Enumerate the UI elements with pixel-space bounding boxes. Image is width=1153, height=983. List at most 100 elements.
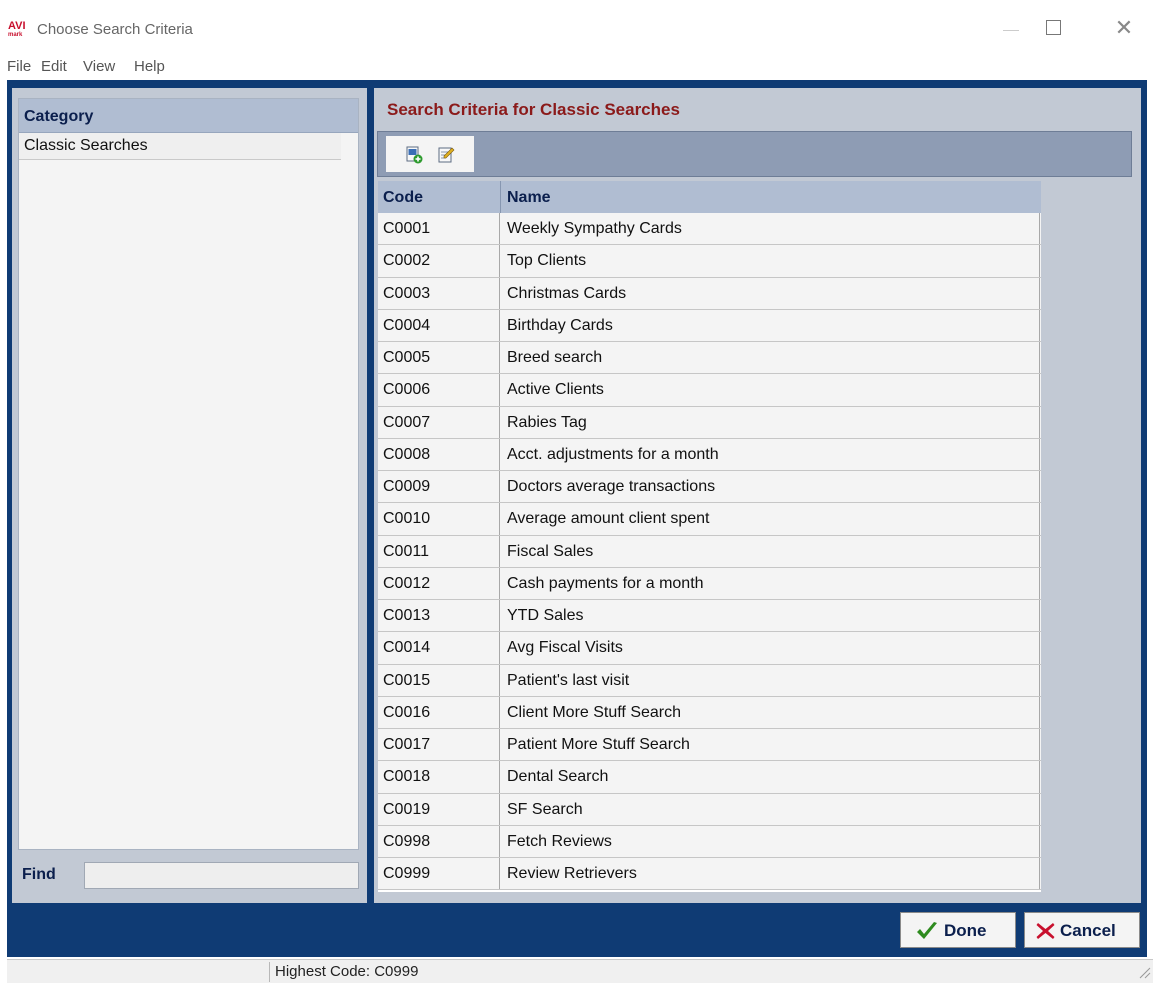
menu-help[interactable]: Help bbox=[134, 58, 165, 75]
cancel-button-label: Cancel bbox=[1060, 921, 1116, 940]
cell-code: C0012 bbox=[378, 567, 500, 599]
new-record-button[interactable] bbox=[405, 146, 423, 164]
table-row[interactable]: C0006 Active Clients bbox=[378, 374, 1041, 407]
menu-edit[interactable]: Edit bbox=[41, 58, 67, 75]
criteria-toolbar bbox=[377, 131, 1132, 177]
maximize-button[interactable] bbox=[1046, 20, 1061, 35]
table-row[interactable]: C0014 Avg Fiscal Visits bbox=[378, 632, 1041, 665]
toolbar-button-group bbox=[386, 136, 475, 172]
cell-name: Rabies Tag bbox=[500, 406, 1040, 438]
cell-code: C0009 bbox=[378, 471, 500, 503]
x-icon bbox=[1036, 923, 1055, 939]
cell-code: C0010 bbox=[378, 503, 500, 535]
cell-name: Doctors average transactions bbox=[500, 471, 1040, 503]
resize-grip-icon[interactable] bbox=[1137, 965, 1151, 979]
status-bar: Highest Code: C0999 bbox=[7, 959, 1153, 983]
cell-name: Fiscal Sales bbox=[500, 535, 1040, 567]
table-row[interactable]: C0005 Breed search bbox=[378, 342, 1041, 375]
new-record-icon bbox=[406, 146, 423, 164]
table-row[interactable]: C0999 Review Retrievers bbox=[378, 858, 1041, 891]
cell-name: Dental Search bbox=[500, 761, 1040, 793]
table-row[interactable]: C0007 Rabies Tag bbox=[378, 406, 1041, 439]
cell-code: C0007 bbox=[378, 406, 500, 438]
criteria-panel-title: Search Criteria for Classic Searches bbox=[387, 100, 680, 119]
cell-name: Avg Fiscal Visits bbox=[500, 632, 1040, 664]
done-button[interactable]: Done bbox=[900, 912, 1016, 948]
table-row[interactable]: C0015 Patient's last visit bbox=[378, 664, 1041, 697]
cell-name: Client More Stuff Search bbox=[500, 696, 1040, 728]
cell-code: C0008 bbox=[378, 438, 500, 470]
close-button[interactable]: ✕ bbox=[1112, 16, 1136, 40]
cell-name: SF Search bbox=[500, 793, 1040, 825]
cell-code: C0015 bbox=[378, 664, 500, 696]
table-row[interactable]: C0017 Patient More Stuff Search bbox=[378, 729, 1041, 762]
table-row[interactable]: C0002 Top Clients bbox=[378, 245, 1041, 278]
menu-file[interactable]: File bbox=[7, 58, 31, 75]
table-row[interactable]: C0003 Christmas Cards bbox=[378, 277, 1041, 310]
table-row[interactable]: C0001 Weekly Sympathy Cards bbox=[378, 213, 1041, 246]
menu-bar: File Edit View Help bbox=[0, 56, 1153, 80]
edit-record-icon bbox=[438, 147, 455, 163]
cell-code: C0013 bbox=[378, 600, 500, 632]
find-input[interactable] bbox=[84, 862, 359, 889]
avimark-logo-icon: AVI mark bbox=[8, 20, 34, 38]
cell-code: C0019 bbox=[378, 793, 500, 825]
title-bar: AVI mark Choose Search Criteria ✕ bbox=[0, 0, 1153, 56]
menu-view[interactable]: View bbox=[83, 58, 115, 75]
cell-name: Top Clients bbox=[500, 245, 1040, 277]
minimize-button[interactable] bbox=[1003, 18, 1019, 38]
cell-name: Weekly Sympathy Cards bbox=[500, 213, 1040, 245]
window-title: Choose Search Criteria bbox=[37, 21, 193, 38]
cell-name: Cash payments for a month bbox=[500, 567, 1040, 599]
cell-code: C0017 bbox=[378, 729, 500, 761]
column-header-name[interactable]: Name bbox=[507, 189, 551, 207]
category-item-classic-searches[interactable]: Classic Searches bbox=[19, 133, 341, 160]
cell-name: Birthday Cards bbox=[500, 309, 1040, 341]
table-row[interactable]: C0008 Acct. adjustments for a month bbox=[378, 438, 1041, 471]
category-column-header[interactable]: Category bbox=[19, 99, 358, 133]
table-row[interactable]: C0019 SF Search bbox=[378, 793, 1041, 826]
table-row[interactable]: C0011 Fiscal Sales bbox=[378, 535, 1041, 568]
cell-name: Average amount client spent bbox=[500, 503, 1040, 535]
cell-name: Active Clients bbox=[500, 374, 1040, 406]
table-row[interactable]: C0016 Client More Stuff Search bbox=[378, 696, 1041, 729]
cancel-button[interactable]: Cancel bbox=[1024, 912, 1140, 948]
column-header-code[interactable]: Code bbox=[383, 189, 423, 207]
category-list[interactable]: Category Classic Searches bbox=[18, 98, 359, 850]
table-row[interactable]: C0998 Fetch Reviews bbox=[378, 825, 1041, 858]
cell-code: C0998 bbox=[378, 825, 500, 857]
table-row[interactable]: C0004 Birthday Cards bbox=[378, 309, 1041, 342]
cell-code: C0002 bbox=[378, 245, 500, 277]
table-row[interactable]: C0012 Cash payments for a month bbox=[378, 567, 1041, 600]
cell-code: C0018 bbox=[378, 761, 500, 793]
cell-code: C0004 bbox=[378, 309, 500, 341]
close-icon: ✕ bbox=[1114, 15, 1134, 40]
edit-record-button[interactable] bbox=[437, 146, 455, 164]
logo-text: AVI bbox=[8, 20, 26, 32]
logo-subtext: mark bbox=[8, 32, 23, 38]
table-row[interactable]: C0018 Dental Search bbox=[378, 761, 1041, 794]
grid-body: C0001 Weekly Sympathy Cards C0002 Top Clien… bbox=[378, 213, 1041, 891]
cell-code: C0999 bbox=[378, 858, 500, 890]
find-label: Find bbox=[22, 866, 56, 883]
done-button-label: Done bbox=[944, 921, 987, 940]
cell-code: C0001 bbox=[378, 213, 500, 245]
cell-name: Breed search bbox=[500, 342, 1040, 374]
cell-code: C0016 bbox=[378, 696, 500, 728]
checkmark-icon bbox=[917, 922, 937, 939]
grid-header: Code Name bbox=[378, 181, 1041, 213]
table-row[interactable]: C0009 Doctors average transactions bbox=[378, 471, 1041, 504]
cell-name: Acct. adjustments for a month bbox=[500, 438, 1040, 470]
cell-name: Christmas Cards bbox=[500, 277, 1040, 309]
cell-code: C0011 bbox=[378, 535, 500, 567]
criteria-grid[interactable]: Code Name C0001 Weekly Sympathy Cards C000… bbox=[378, 181, 1041, 892]
category-header-label: Category bbox=[24, 108, 94, 125]
table-row[interactable]: C0010 Average amount client spent bbox=[378, 503, 1041, 536]
status-highest-code: Highest Code: C0999 bbox=[275, 963, 419, 980]
table-row[interactable]: C0013 YTD Sales bbox=[378, 600, 1041, 633]
cell-name: Patient More Stuff Search bbox=[500, 729, 1040, 761]
cell-code: C0014 bbox=[378, 632, 500, 664]
cell-name: Review Retrievers bbox=[500, 858, 1040, 890]
cell-code: C0003 bbox=[378, 277, 500, 309]
category-item-label: Classic Searches bbox=[24, 137, 148, 154]
